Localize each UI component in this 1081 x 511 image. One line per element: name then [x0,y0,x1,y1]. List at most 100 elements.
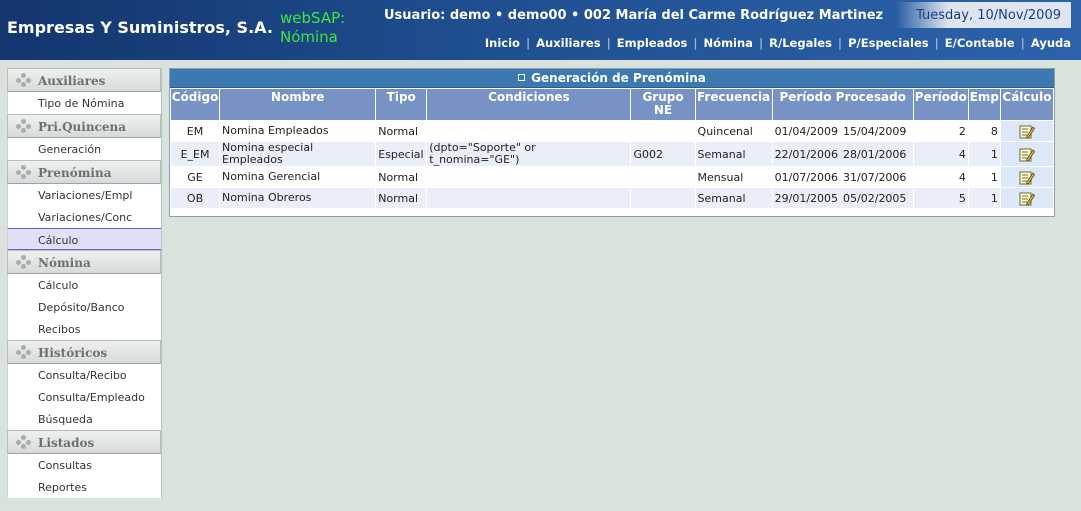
period-end: 05/02/2005 [843,191,907,205]
section-dots-icon [16,345,32,359]
nav-item[interactable]: Nómina [704,36,753,50]
frequency-cell: Semanal [695,188,772,208]
sidebar-item[interactable]: Cálculo [7,228,161,250]
sidebar-section-header[interactable]: Listados [7,430,161,454]
period-end: 28/01/2006 [843,147,907,161]
period-cell: 2 [913,121,968,141]
emp-count-cell: 1 [968,167,1000,187]
edit-note-icon[interactable] [1019,147,1035,162]
emp-count-cell: 8 [968,121,1000,141]
top-navigation: Inicio | Auxiliares | Empleados | Nómina | R/Leg… [485,36,1071,50]
period-end: 31/07/2006 [843,170,907,184]
current-date: Tuesday, 10/Nov/2009 [896,2,1071,28]
frequency-cell: Mensual [695,167,772,187]
sidebar-section-header[interactable]: Auxiliares [7,68,161,92]
sidebar-item[interactable]: Consulta/Recibo [7,364,161,386]
column-header: Tipo [376,89,427,120]
group-cell [631,167,695,187]
emp-count-cell: 1 [968,142,1000,166]
processed-period-cell: 01/07/2006 31/07/2006 [772,167,913,187]
sidebar-section-title: Auxiliares [38,74,106,88]
prenomina-table: Código Nombre Tipo Condiciones Grupo NE Frecu… [170,88,1054,209]
sidebar-section-title: Prenómina [38,166,112,180]
nav-item[interactable]: Ayuda [1031,36,1071,50]
app-header: Empresas Y Suministros, S.A. webSAP: Nóm… [0,0,1081,60]
section-dots-icon [16,73,32,87]
calculate-cell [1000,142,1053,166]
type-cell: Normal [376,188,427,208]
processed-period-cell: 01/04/2009 15/04/2009 [772,121,913,141]
nav-item[interactable]: Inicio [485,36,520,50]
panel-title-text: Generación de Prenómina [531,71,706,85]
type-cell: Normal [376,167,427,187]
code-cell: E_EM [171,142,220,166]
section-dots-icon [16,165,32,179]
sidebar-item[interactable]: Consultas [7,454,161,476]
frequency-cell: Quincenal [695,121,772,141]
nav-item[interactable]: P/Especiales [848,36,928,50]
code-cell: GE [171,167,220,187]
period-start: 01/04/2009 [774,124,839,138]
processed-period-cell: 29/01/2005 05/02/2005 [772,188,913,208]
column-header: Cálculo [1000,89,1053,120]
nav-item[interactable]: E/Contable [945,36,1015,50]
sidebar-section-header[interactable]: Históricos [7,340,161,364]
sidebar-section-title: Nómina [38,256,91,270]
nav-separator: | [758,36,764,50]
sidebar-menu: Auxiliares Tipo de Nómina Pri.Quincena Gene… [7,68,162,498]
sidebar-section-title: Pri.Quincena [38,120,126,134]
name-cell: Nomina Gerencial [220,167,376,187]
nav-separator: | [837,36,843,50]
conditions-cell [427,167,631,187]
type-cell: Normal [376,121,427,141]
table-row: E_EM Nomina especial Empleados Especial (dp… [171,142,1053,166]
group-cell: G002 [631,142,695,166]
name-cell: Nomina especial Empleados [220,142,376,166]
group-cell [631,121,695,141]
section-dots-icon [16,435,32,449]
nav-separator: | [693,36,698,50]
nav-item[interactable]: Empleados [617,36,688,50]
sidebar-item[interactable]: Variaciones/Conc [7,206,161,228]
app-name: webSAP: Nómina [280,9,346,46]
group-cell [631,188,695,208]
conditions-cell [427,121,631,141]
table-row: OB Nomina Obreros Normal Semanal 29/01/2005 0… [171,188,1053,208]
processed-period-cell: 22/01/2006 28/01/2006 [772,142,913,166]
sidebar-item[interactable]: Depósito/Banco [7,296,161,318]
sidebar-item[interactable]: Cálculo [7,274,161,296]
calculate-cell [1000,167,1053,187]
sidebar-item[interactable]: Búsqueda [7,408,161,430]
table-row: EM Nomina Empleados Normal Quincenal 01/04/2… [171,121,1053,141]
conditions-cell [427,188,631,208]
sidebar-item[interactable]: Tipo de Nómina [7,92,161,114]
section-dots-icon [16,255,32,269]
sidebar-section-header[interactable]: Prenómina [7,160,161,184]
edit-note-icon[interactable] [1019,191,1035,206]
sidebar-section-header[interactable]: Nómina [7,250,161,274]
sidebar-item[interactable]: Recibos [7,318,161,340]
table-body: EM Nomina Empleados Normal Quincenal 01/04/2… [171,121,1053,208]
sidebar-item[interactable]: Variaciones/Empl [7,184,161,206]
emp-count-cell: 1 [968,188,1000,208]
square-icon [518,74,526,81]
period-start: 29/01/2005 [774,191,839,205]
sidebar-item[interactable]: Consulta/Empleado [7,386,161,408]
nav-item[interactable]: Auxiliares [536,36,600,50]
panel-title: Generación de Prenómina [170,69,1054,88]
edit-note-icon[interactable] [1019,170,1035,185]
edit-note-icon[interactable] [1019,124,1035,139]
user-info: Usuario: demo • demo00 • 002 María del C… [384,8,884,23]
column-header: Nombre [220,89,376,120]
sidebar-item[interactable]: Generación [7,138,161,160]
sidebar-section-header[interactable]: Pri.Quincena [7,114,161,138]
nav-item[interactable]: R/Legales [769,36,832,50]
nav-separator: | [1020,36,1025,50]
calculate-cell [1000,121,1053,141]
section-dots-icon [16,119,32,133]
code-cell: EM [171,121,220,141]
period-cell: 4 [913,167,968,187]
sidebar-item[interactable]: Reportes [7,476,161,498]
code-cell: OB [171,188,220,208]
name-cell: Nomina Obreros [220,188,376,208]
